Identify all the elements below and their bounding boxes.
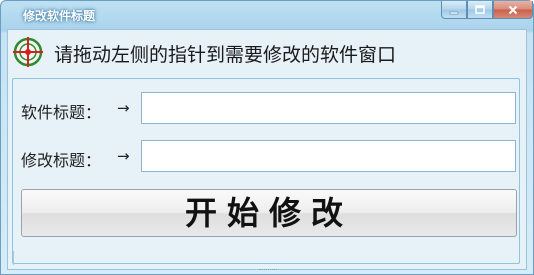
software-title-input[interactable] xyxy=(141,92,516,124)
window-title: 修改软件标题 xyxy=(23,9,96,23)
instruction-row: 请拖动左侧的指针到需要修改的软件窗口 xyxy=(10,34,520,68)
instruction-text: 请拖动左侧的指针到需要修改的软件窗口 xyxy=(54,44,397,66)
close-icon xyxy=(508,5,518,15)
client-area: 请拖动左侧的指针到需要修改的软件窗口 软件标题： → 修改标题： → 开始修改 xyxy=(7,29,527,270)
maximize-icon xyxy=(475,5,485,14)
modify-title-arrow: → xyxy=(117,147,130,165)
title-bar[interactable]: 修改软件标题 xyxy=(1,1,533,29)
modify-title-input[interactable] xyxy=(141,140,516,172)
close-button[interactable] xyxy=(493,1,533,19)
crosshair-target-icon[interactable] xyxy=(12,36,44,68)
form-group: 软件标题： → 修改标题： → 开始修改 xyxy=(12,78,520,264)
software-title-label: 软件标题： xyxy=(21,103,102,122)
status-separator xyxy=(13,251,14,265)
resize-grip[interactable] xyxy=(259,269,277,274)
app-window: 修改软件标题 请拖动左侧的指针到需要修改的软件窗口 软件标题： → 修改标题： … xyxy=(0,0,534,275)
start-modify-button[interactable]: 开始修改 xyxy=(21,189,517,237)
minimize-icon xyxy=(449,11,459,15)
software-title-arrow: → xyxy=(117,99,130,117)
modify-title-label: 修改标题： xyxy=(21,151,102,170)
minimize-button[interactable] xyxy=(441,1,467,19)
maximize-button[interactable] xyxy=(467,1,493,19)
